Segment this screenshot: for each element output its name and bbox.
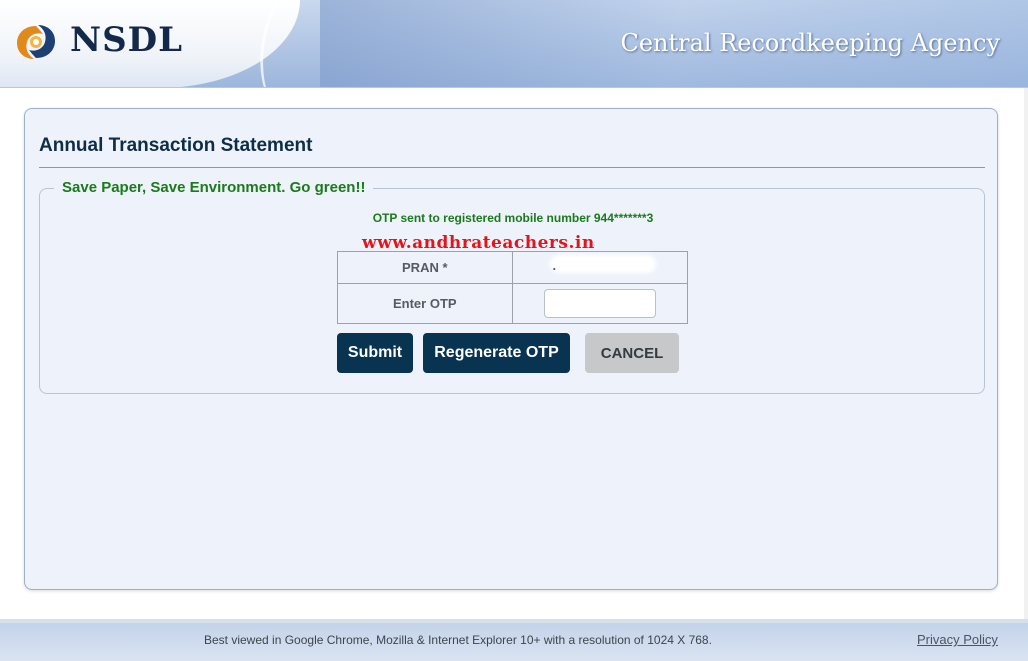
footer: Best viewed in Google Chrome, Mozilla & … [0, 623, 1028, 661]
pran-value-cell: . [511, 251, 689, 284]
otp-label: Enter OTP [337, 283, 513, 324]
header-banner: NSDL Central Recordkeeping Agency [0, 0, 1028, 88]
privacy-policy-link[interactable]: Privacy Policy [917, 632, 998, 647]
watermark-text: www.andhrateachers.in [362, 233, 595, 253]
otp-input[interactable] [543, 289, 656, 318]
pran-label: PRAN * [337, 251, 513, 284]
cancel-button[interactable]: CANCEL [585, 333, 679, 373]
main-panel: Annual Transaction Statement Save Paper,… [24, 108, 998, 590]
title-divider [39, 167, 985, 168]
regenerate-otp-button[interactable]: Regenerate OTP [423, 333, 570, 373]
otp-sent-message: OTP sent to registered mobile number 944… [372, 211, 654, 225]
browser-note: Best viewed in Google Chrome, Mozilla & … [204, 633, 712, 647]
otp-fieldset: Save Paper, Save Environment. Go green!!… [39, 179, 985, 394]
nsdl-logo-icon [17, 25, 55, 59]
nsdl-logo-text: NSDL [70, 20, 184, 60]
pran-masked-value: . [552, 258, 653, 273]
page-title: Annual Transaction Statement [39, 135, 313, 156]
table-row: PRAN * . [337, 251, 689, 284]
otp-form-table: PRAN * . Enter OTP [337, 251, 689, 324]
otp-input-cell [511, 283, 689, 324]
table-row: Enter OTP [337, 283, 689, 324]
green-message-legend: Save Paper, Save Environment. Go green!! [54, 179, 374, 196]
submit-button[interactable]: Submit [337, 333, 413, 373]
scrollbar-track[interactable] [1024, 88, 1028, 619]
agency-title: Central Recordkeeping Agency [620, 29, 1000, 57]
